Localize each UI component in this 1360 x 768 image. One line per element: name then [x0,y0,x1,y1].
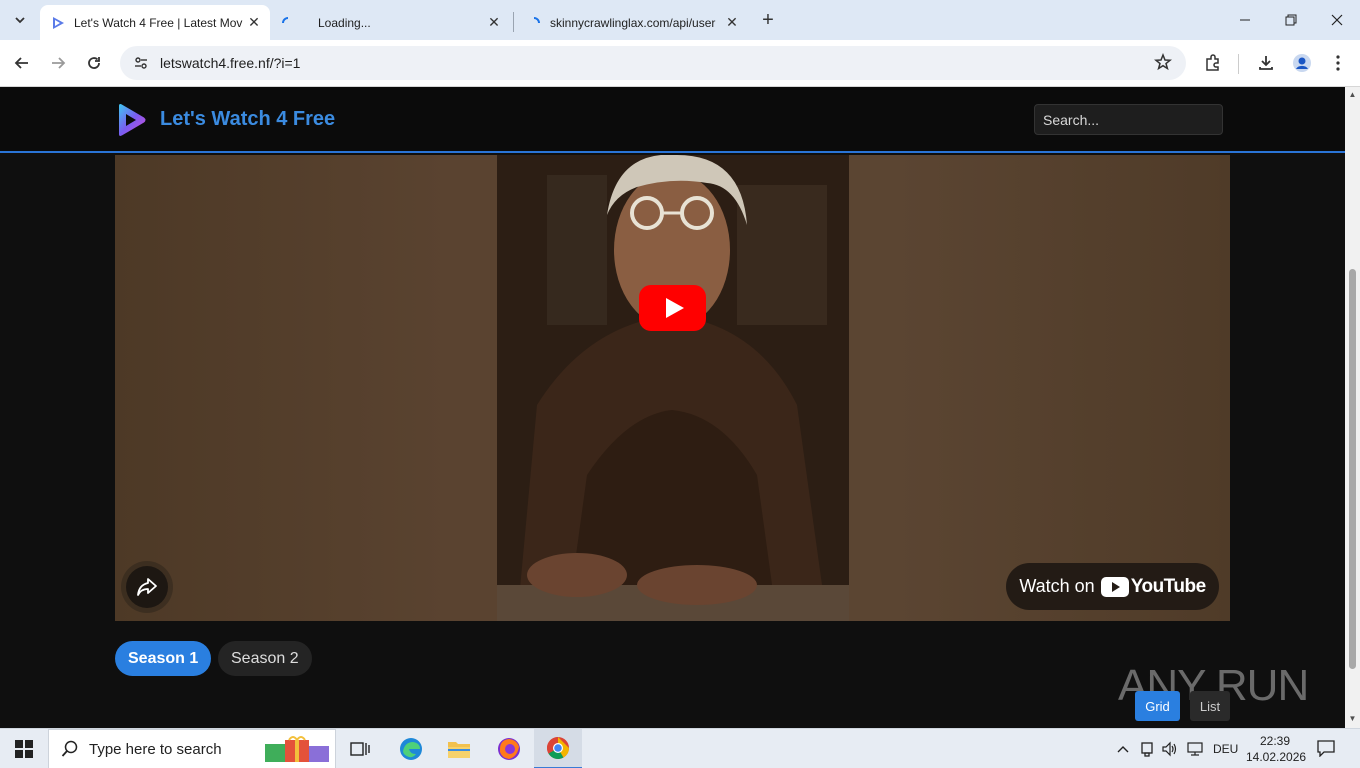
restore-button[interactable] [1268,0,1314,40]
close-window-button[interactable] [1314,0,1360,40]
arrow-left-icon [14,57,28,69]
bookmark-star-icon[interactable] [1154,52,1172,76]
puzzle-icon [1206,54,1219,71]
chevron-down-icon [15,17,25,24]
minimize-button[interactable] [1222,0,1268,40]
notification-icon[interactable] [1316,739,1338,759]
grid-view-button[interactable]: Grid [1135,691,1180,721]
taskbar-chrome[interactable] [534,729,582,768]
scroll-down-icon[interactable]: ▼ [1348,714,1357,723]
windows-logo-icon [15,740,33,758]
youtube-label: YouTube [1130,575,1206,597]
tray-device-icon[interactable] [1137,739,1157,759]
browser-toolbar: letswatch4.free.nf/?i=1 [0,40,1360,87]
tab-title: Loading... [318,15,371,30]
close-icon[interactable]: ✕ [244,13,264,33]
page-scrollbar[interactable]: ▲ ▼ [1345,87,1360,728]
firefox-icon [498,738,520,760]
taskbar-search-box[interactable]: Type here to search [48,729,336,768]
taskbar-edge[interactable] [387,729,435,768]
extensions-button[interactable] [1202,52,1224,74]
more-vert-icon [1336,55,1340,71]
restore-icon [1285,14,1297,26]
watch-on-label: Watch on [1019,576,1095,596]
page-viewport: Let's Watch 4 Free Search... Watch on Yo… [0,87,1345,728]
season-1-tab[interactable]: Season 1 [115,641,212,676]
site-title[interactable]: Let's Watch 4 Free [160,108,335,131]
language-indicator[interactable]: DEU [1213,742,1238,756]
toolbar-divider [1238,54,1239,74]
tab-skinnycrawlinglax[interactable]: skinnycrawlinglax.com/api/user ✕ [516,5,748,40]
tray-chevron-up-icon[interactable] [1113,739,1133,759]
clock-date: 14.02.2026 [1246,750,1307,764]
menu-button[interactable] [1327,52,1349,74]
reload-button[interactable] [80,49,108,77]
watch-on-youtube-button[interactable]: Watch on YouTube [1006,563,1219,610]
browser-tabstrip: Let's Watch 4 Free | Latest Mov ✕ Loadin… [0,0,1360,40]
new-tab-button[interactable]: + [756,8,780,32]
volume-icon[interactable] [1160,739,1180,759]
list-view-button[interactable]: List [1190,691,1230,721]
youtube-play-icon [639,285,706,331]
tab-loading[interactable]: Loading... ✕ [270,5,510,40]
tab-letswatch[interactable]: Let's Watch 4 Free | Latest Mov ✕ [40,5,270,40]
share-button[interactable] [126,566,168,608]
tab-separator [513,12,514,32]
windows-taskbar: Type here to search DEU 22:39 14.02.2026 [0,728,1360,768]
play-button[interactable] [639,285,706,331]
downloads-button[interactable] [1255,52,1277,74]
scrollbar-thumb[interactable] [1349,269,1356,669]
gifts-icon [263,736,333,768]
avatar-icon [1293,54,1311,72]
download-icon [1259,56,1273,70]
reload-icon [88,57,100,69]
close-icon [1331,14,1343,26]
minimize-icon [1240,19,1250,21]
loading-spinner-icon [526,15,542,31]
back-button[interactable] [8,49,36,77]
site-header: Let's Watch 4 Free [0,87,1345,153]
task-view-button[interactable] [336,729,384,768]
tab-title: skinnycrawlinglax.com/api/user [550,15,716,30]
youtube-logo: YouTube [1100,575,1206,598]
youtube-logo-icon [1100,576,1129,597]
edge-icon [400,738,422,760]
site-info-icon[interactable] [126,55,156,71]
tab-search-button[interactable] [8,8,32,32]
network-icon[interactable] [1185,739,1205,759]
chrome-icon [547,737,569,759]
url-text: letswatch4.free.nf/?i=1 [160,55,301,71]
site-logo-icon[interactable] [116,103,148,137]
search-icon [61,740,78,757]
clock-time: 22:39 [1259,734,1291,748]
thumbnail-figure [497,155,849,621]
profile-button[interactable] [1291,52,1313,74]
scroll-up-icon[interactable]: ▲ [1348,90,1357,99]
share-icon [137,578,157,596]
site-search-input[interactable] [1034,104,1223,135]
address-bar[interactable]: letswatch4.free.nf/?i=1 [120,46,1186,80]
close-icon[interactable]: ✕ [722,13,742,33]
site-favicon-icon [50,15,66,31]
arrow-right-icon [52,57,66,69]
folder-icon [448,742,470,758]
tab-title: Let's Watch 4 Free | Latest Mov [74,15,243,30]
close-icon[interactable]: ✕ [484,13,504,33]
start-button[interactable] [0,729,48,768]
taskbar-clock[interactable]: 22:39 14.02.2026 [1246,733,1307,765]
taskbar-search-text: Type here to search [89,740,222,758]
loading-spinner-icon [280,15,296,31]
taskbar-firefox[interactable] [485,729,533,768]
forward-button[interactable] [44,49,72,77]
season-2-tab[interactable]: Season 2 [218,641,312,676]
video-thumbnail [497,155,849,621]
video-player[interactable]: Watch on YouTube [115,155,1230,621]
taskbar-file-explorer[interactable] [435,729,483,768]
task-view-icon [350,742,370,756]
